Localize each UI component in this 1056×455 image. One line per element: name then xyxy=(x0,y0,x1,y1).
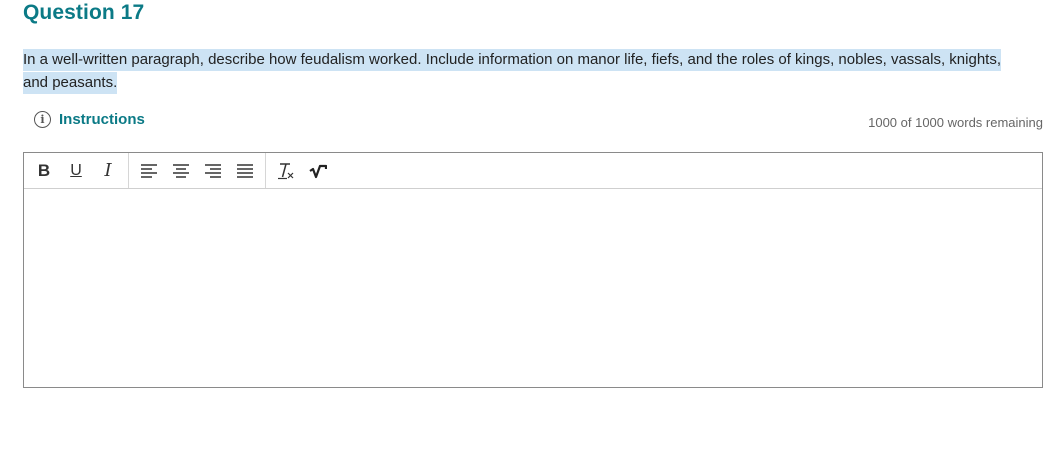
underline-icon: U xyxy=(70,161,82,179)
alignment-group xyxy=(129,153,266,188)
question-prompt: In a well-written paragraph, describe ho… xyxy=(23,48,1023,94)
square-root-icon xyxy=(309,164,327,178)
align-left-icon xyxy=(141,163,157,178)
editor-toolbar: B U I xyxy=(24,153,1042,189)
bold-icon: B xyxy=(37,160,51,180)
question-prompt-text: In a well-written paragraph, describe ho… xyxy=(23,49,1001,94)
underline-button[interactable]: U xyxy=(60,154,92,188)
answer-text-area[interactable] xyxy=(24,189,1042,387)
bold-button[interactable]: B xyxy=(28,154,60,188)
clear-formatting-icon xyxy=(278,162,294,179)
align-right-icon xyxy=(205,163,221,178)
instructions-label: Instructions xyxy=(59,111,145,128)
text-style-group: B U I xyxy=(24,153,129,188)
equation-button[interactable] xyxy=(302,154,334,188)
justify-button[interactable] xyxy=(229,154,261,188)
clear-formatting-button[interactable] xyxy=(270,154,302,188)
align-center-icon xyxy=(173,163,189,178)
instructions-toggle[interactable]: i Instructions xyxy=(34,111,145,128)
italic-icon: I xyxy=(104,160,112,181)
align-center-button[interactable] xyxy=(165,154,197,188)
align-right-button[interactable] xyxy=(197,154,229,188)
justify-icon xyxy=(237,163,253,178)
misc-group xyxy=(266,153,338,188)
info-icon: i xyxy=(34,111,51,128)
answer-editor: B U I xyxy=(23,152,1043,388)
italic-button[interactable]: I xyxy=(92,154,124,188)
align-left-button[interactable] xyxy=(133,154,165,188)
question-title: Question 17 xyxy=(23,1,145,24)
word-count: 1000 of 1000 words remaining xyxy=(868,115,1043,130)
